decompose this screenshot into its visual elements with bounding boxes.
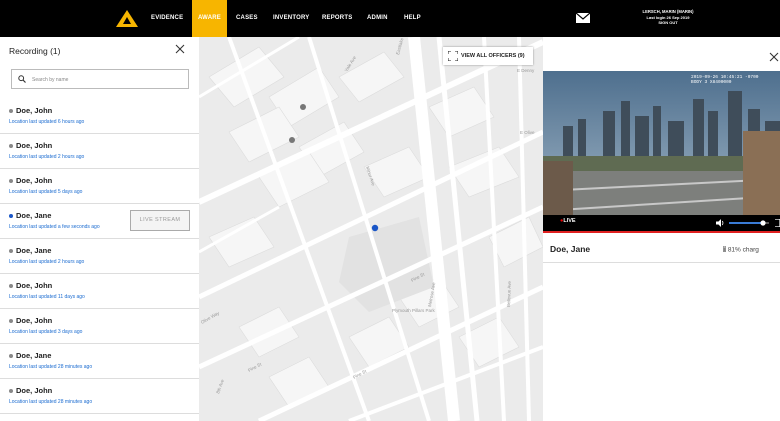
- live-progress-bar: [543, 231, 780, 233]
- location-updated: Location last updated 28 minutes ago: [9, 364, 93, 370]
- sign-out-link[interactable]: SIGN OUT: [620, 20, 716, 26]
- video-controls: [543, 215, 780, 231]
- officer-name: Doe, John: [16, 386, 53, 395]
- nav-help[interactable]: HELP: [404, 0, 421, 37]
- live-stream-button[interactable]: LIVE STREAM: [130, 210, 190, 231]
- fullscreen-icon[interactable]: [775, 219, 780, 227]
- live-video-feed[interactable]: 2019-09-26 10:45:21 -0700 BODY 3 X840000…: [543, 71, 780, 233]
- battery-status: 81% charg: [723, 246, 759, 254]
- expand-icon: [448, 51, 458, 61]
- status-dot: [9, 249, 13, 253]
- location-updated: Location last updated 2 hours ago: [9, 154, 85, 160]
- search-icon: [18, 75, 26, 83]
- divider: [543, 262, 780, 263]
- officer-name: Doe, Jane: [16, 246, 52, 255]
- mail-icon[interactable]: [576, 13, 590, 23]
- location-updated: Location last updated 2 hours ago: [9, 259, 85, 265]
- nav-inventory[interactable]: INVENTORY: [273, 0, 309, 37]
- location-updated: Location last updated 11 days ago: [9, 294, 85, 300]
- location-updated: Location last updated 5 days ago: [9, 189, 83, 195]
- battery-icon: [723, 246, 727, 253]
- live-video-panel: 2019-09-26 10:45:21 -0700 BODY 3 X840000…: [543, 37, 780, 421]
- status-dot: [9, 144, 13, 148]
- top-nav-bar: EVIDENCE AWARE CASES INVENTORY REPORTS A…: [0, 0, 780, 37]
- location-updated: Location last updated 6 hours ago: [9, 119, 85, 125]
- user-info: LERSCH, MARIN (MARIN) Last login 26 Sep …: [620, 9, 716, 26]
- status-dot: [9, 319, 13, 323]
- search-box: [11, 69, 189, 89]
- officer-name: Doe, John: [16, 176, 53, 185]
- status-dot: [9, 284, 13, 288]
- officer-name: Doe, John: [16, 281, 53, 290]
- officer-name: Doe, John: [16, 316, 53, 325]
- officer-name: Doe, Jane: [16, 211, 52, 220]
- officer-name: Doe, John: [16, 106, 53, 115]
- video-frame: [543, 71, 780, 233]
- map-canvas[interactable]: Yale Ave Eastlake Pine St Pine St Pine S…: [199, 37, 543, 421]
- officer-marker[interactable]: [300, 104, 306, 110]
- status-dot: [9, 389, 13, 393]
- officer-name: Doe, Jane: [16, 351, 52, 360]
- officer-sidebar: Recording (1) Doe, John Location last upd…: [0, 37, 200, 421]
- nav-admin[interactable]: ADMIN: [367, 0, 388, 37]
- officer-list-item[interactable]: Doe, Jane Location last updated 2 hours a…: [0, 239, 199, 274]
- volume-slider[interactable]: [729, 220, 769, 226]
- view-all-officers-button[interactable]: VIEW ALL OFFICERS (9): [443, 47, 533, 65]
- nav-evidence[interactable]: EVIDENCE: [151, 0, 183, 37]
- close-icon[interactable]: [768, 51, 780, 63]
- axon-logo-icon[interactable]: [116, 10, 138, 27]
- officer-name: Doe, Jane: [550, 244, 591, 254]
- map-view[interactable]: Yale Ave Eastlake Pine St Pine St Pine S…: [199, 37, 543, 421]
- live-indicator: ●LIVE: [560, 218, 576, 224]
- officer-marker-live[interactable]: [371, 224, 379, 232]
- nav-reports[interactable]: REPORTS: [322, 0, 352, 37]
- street-label: Bellevue Ave: [506, 280, 512, 307]
- street-label: E Olive: [520, 130, 535, 135]
- officer-list-item[interactable]: Doe, John Location last updated 5 days ag…: [0, 169, 199, 204]
- nav-cases[interactable]: CASES: [236, 0, 258, 37]
- volume-icon[interactable]: [716, 219, 725, 227]
- officer-list-item[interactable]: Doe, Jane Location last updated 28 minute…: [0, 344, 199, 379]
- officer-list-item[interactable]: Doe, John Location last updated 6 hours a…: [0, 99, 199, 134]
- search-input[interactable]: [30, 73, 184, 87]
- status-dot: [9, 354, 13, 358]
- location-updated: Location last updated a few seconds ago: [9, 224, 100, 230]
- officer-list-item[interactable]: Doe, John Location last updated 11 days a…: [0, 274, 199, 309]
- close-icon[interactable]: [173, 42, 187, 56]
- status-dot: [9, 109, 13, 113]
- video-timestamp: 2019-09-26 10:45:21 -0700 BODY 3 X840000…: [691, 75, 759, 85]
- sidebar-title: Recording (1): [9, 46, 61, 56]
- officer-list: Doe, John Location last updated 6 hours a…: [0, 99, 199, 414]
- officer-marker[interactable]: [289, 137, 295, 143]
- nav-aware[interactable]: AWARE: [192, 0, 227, 37]
- location-updated: Location last updated 28 minutes ago: [9, 399, 93, 405]
- status-dot: [9, 179, 13, 183]
- park-label: Plymouth Pillars Park: [392, 308, 436, 313]
- officer-list-item[interactable]: Doe, Jane Location last updated a few sec…: [0, 204, 199, 239]
- officer-list-item[interactable]: Doe, John Location last updated 3 days ag…: [0, 309, 199, 344]
- view-all-label: VIEW ALL OFFICERS (9): [461, 53, 525, 59]
- officer-list-item[interactable]: Doe, John Location last updated 2 hours a…: [0, 134, 199, 169]
- street-label: E Denny: [517, 68, 535, 73]
- location-updated: Location last updated 3 days ago: [9, 329, 83, 335]
- officer-name: Doe, John: [16, 141, 53, 150]
- live-status-dot: [9, 214, 13, 218]
- officer-list-item[interactable]: Doe, John Location last updated 28 minute…: [0, 379, 199, 414]
